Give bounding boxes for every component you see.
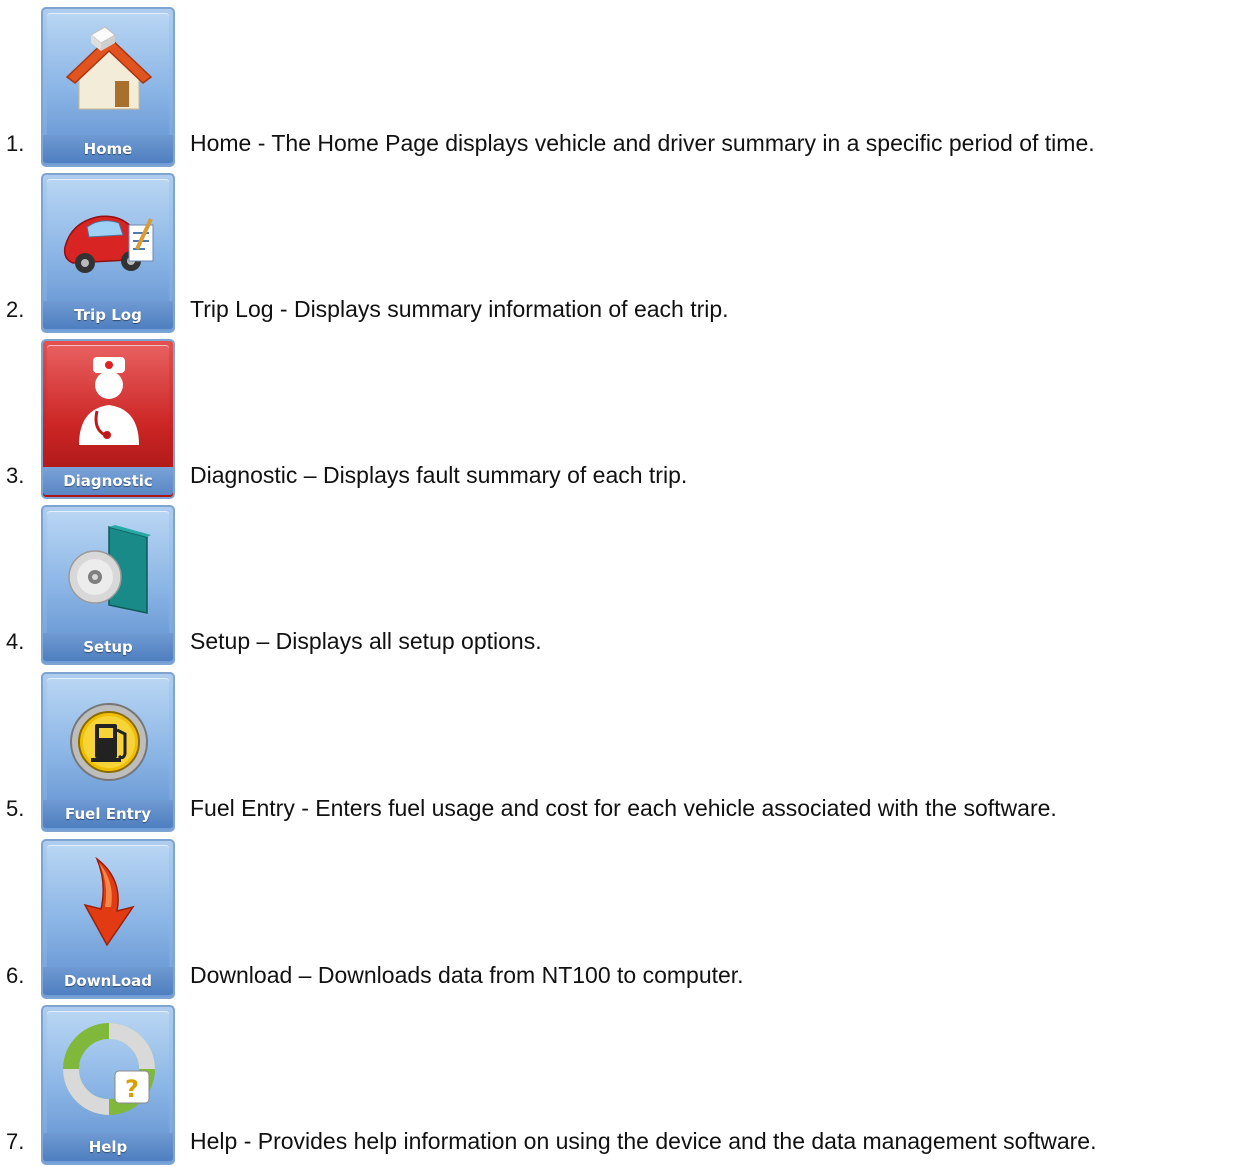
diagnostic-button[interactable]: Diagnostic [41, 339, 175, 499]
car-log-icon [63, 215, 154, 273]
item-description: Trip Log - Displays summary information … [190, 296, 729, 322]
setup-disc-icon [68, 525, 151, 614]
item-number: 6. [6, 963, 25, 988]
help-lifebuoy-icon: ? [63, 1023, 155, 1115]
item-number: 2. [6, 297, 25, 322]
list-item-help: ? Help 7. Help - Provides help informati… [0, 1005, 1236, 1167]
help-button[interactable]: ? Help [41, 1005, 175, 1165]
home-icon [65, 26, 153, 110]
fuel-entry-button[interactable]: Fuel Entry [41, 672, 175, 832]
list-item-trip-log: Trip Log 2. Trip Log - Displays summary … [0, 173, 1236, 335]
home-button[interactable]: Home [41, 7, 175, 167]
item-number: 1. [6, 131, 25, 156]
item-description: Fuel Entry - Enters fuel usage and cost … [190, 795, 1057, 821]
button-label: DownLoad [43, 967, 173, 995]
fuel-pump-icon [70, 703, 148, 781]
item-description: Setup – Displays all setup options. [190, 628, 542, 654]
svg-text:?: ? [125, 1075, 139, 1103]
doctor-icon [79, 357, 139, 445]
item-description: Help - Provides help information on usin… [190, 1128, 1097, 1154]
item-number: 3. [6, 463, 25, 488]
trip-log-button[interactable]: Trip Log [41, 173, 175, 333]
item-description: Home - The Home Page displays vehicle an… [190, 130, 1095, 156]
button-label: Setup [43, 633, 173, 661]
button-label: Fuel Entry [43, 800, 173, 828]
list-item-fuel-entry: Fuel Entry 5. Fuel Entry - Enters fuel u… [0, 672, 1236, 834]
button-label: Trip Log [43, 301, 173, 329]
list-item-download: DownLoad 6. Download – Downloads data fr… [0, 839, 1236, 1001]
button-label: Diagnostic [43, 467, 173, 495]
button-label: Home [43, 135, 173, 163]
list-item-setup: Setup 4. Setup – Displays all setup opti… [0, 505, 1236, 667]
item-description: Download – Downloads data from NT100 to … [190, 962, 744, 988]
item-number: 4. [6, 629, 25, 654]
list-item-home: Home 1. Home - The Home Page displays ve… [0, 7, 1236, 169]
download-arrow-icon [83, 856, 135, 947]
setup-button[interactable]: Setup [41, 505, 175, 665]
button-label: Help [43, 1133, 173, 1161]
item-number: 7. [6, 1129, 25, 1154]
item-number: 5. [6, 796, 25, 821]
list-item-diagnostic: Diagnostic 3. Diagnostic – Displays faul… [0, 339, 1236, 501]
item-description: Diagnostic – Displays fault summary of e… [190, 462, 688, 488]
download-button[interactable]: DownLoad [41, 839, 175, 999]
